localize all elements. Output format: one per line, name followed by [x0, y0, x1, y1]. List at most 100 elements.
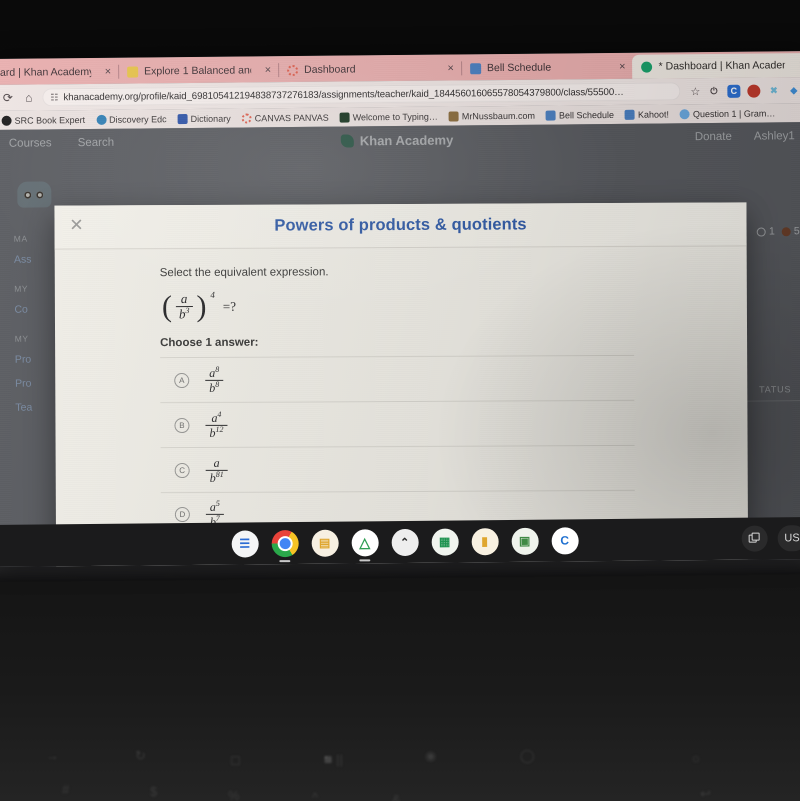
page-info-icon[interactable]: ☷ [50, 92, 58, 103]
bookmark-label: Dictionary [190, 113, 231, 124]
tab-label: * Dashboard | Khan Academy [658, 59, 786, 73]
reload-icon[interactable]: ⟳ [0, 91, 15, 105]
google-classroom-icon[interactable]: ▣ [511, 527, 539, 555]
choice-bubble[interactable]: C [174, 462, 190, 478]
address-bar[interactable]: ☷ khanacademy.org/profile/kaid_698105412… [42, 82, 681, 107]
page-title: Powers of products & quotients [274, 215, 527, 235]
window-overview-icon[interactable] [741, 525, 768, 552]
keyboard-key: ↻ [135, 748, 146, 763]
right-paren: ) [196, 289, 207, 323]
bookmark-item[interactable]: Bell Schedule [542, 108, 618, 121]
tab-close-icon[interactable]: × [361, 62, 454, 75]
web-page-viewport: Courses Search Khan Academy Donate Ashle… [0, 122, 800, 567]
keyboard-key: & [392, 792, 401, 801]
address-bar-value: khanacademy.org/profile/kaid_69810541219… [63, 86, 624, 103]
code-app-icon[interactable]: ⌃ [391, 528, 419, 556]
answer-choice-a[interactable]: A a8 b8 [160, 355, 635, 403]
bookmark-label: Bell Schedule [558, 109, 615, 120]
tab-label: Dashboard [304, 63, 356, 76]
choose-answer-label: Choose 1 answer: [160, 337, 259, 350]
question-prompt: Select the equivalent expression. [159, 266, 329, 280]
browser-tab[interactable]: Bell Schedule × [461, 55, 633, 81]
bookmark-item[interactable]: SRC Book Expert [0, 113, 89, 126]
keyboard-key: ☼ [690, 750, 702, 765]
tab-close-icon[interactable]: × [257, 64, 272, 76]
tab-close-icon[interactable]: × [557, 61, 626, 74]
power-icon[interactable]: ⏻ [707, 84, 720, 97]
choice-bubble[interactable]: D [174, 507, 190, 523]
browser-tab[interactable]: Explore 1 Balanced and Unba × [118, 58, 278, 84]
tab-favicon [127, 66, 139, 78]
keyboard-key: # [62, 782, 70, 797]
google-docs-icon[interactable]: ☰ [231, 529, 259, 558]
keyboard-key: $ [150, 784, 158, 799]
choice-expression: a4 b12 [205, 410, 228, 441]
answer-choice-c[interactable]: C a b81 [160, 445, 635, 493]
tab-label: Bell Schedule [486, 61, 552, 75]
close-icon[interactable]: ✕ [66, 215, 86, 235]
bookmark-label: Kahoot! [637, 108, 670, 120]
tab-favicon [641, 61, 653, 73]
google-sheets-icon[interactable]: ▦ [431, 527, 459, 556]
answer-choice-list: A a8 b8 B a4 b12 C a b81 D a5 7 [160, 355, 635, 538]
chromeos-shelf: ☰ ▤ △ ⌃ ▦ ▮ ▣ C US [0, 517, 800, 567]
red-extension-icon[interactable] [747, 84, 761, 98]
answer-choice-b[interactable]: B a4 b12 [160, 400, 635, 448]
bookmark-label: Question 1 | Gram… [692, 107, 776, 119]
shelf-app-list: ☰ ▤ △ ⌃ ▦ ▮ ▣ C [231, 526, 579, 558]
toolbar-actions: ☆ ⏻ C ✖ ◆ [686, 84, 800, 98]
home-icon[interactable]: ⌂ [21, 90, 36, 105]
fraction-numerator: a [180, 291, 188, 307]
modal-header: ✕ Powers of products & quotients [54, 202, 747, 250]
tab-close-icon[interactable]: × [97, 66, 112, 78]
bookmark-label: CANVAS PANVAS [254, 112, 329, 123]
choice-expression: a b81 [205, 456, 228, 486]
bookmark-favicon [339, 111, 350, 123]
outer-exponent: 4 [210, 289, 215, 300]
bookmark-favicon [448, 110, 459, 122]
browser-tab[interactable]: Dashboard × [278, 56, 461, 82]
bookmark-item[interactable]: MrNussbaum.com [445, 109, 539, 122]
keyboard-key: ↩ [700, 786, 711, 801]
clever-app-icon[interactable]: C [551, 526, 579, 555]
bookmark-item[interactable]: CANVAS PANVAS [238, 111, 333, 124]
diamond-extension-icon[interactable]: ◆ [787, 84, 800, 97]
bookmark-star-icon[interactable]: ☆ [690, 85, 700, 98]
bookmark-item[interactable]: Discovery Edc [92, 113, 171, 126]
bookmark-item[interactable]: Kahoot! [621, 108, 673, 120]
clever-extension-icon[interactable]: C [727, 84, 741, 98]
bookmark-label: Welcome to Typing… [352, 111, 438, 122]
bookmark-item[interactable]: Dictionary [174, 112, 235, 125]
browser-tab[interactable]: oard | Khan Academy × [0, 60, 118, 85]
chrome-icon[interactable] [271, 529, 299, 557]
google-slides-icon[interactable]: ▤ [311, 529, 339, 557]
choice-expression: a8 b8 [205, 365, 224, 396]
google-drive-icon[interactable]: △ [351, 528, 379, 556]
bookmark-item[interactable]: Welcome to Typing… [336, 110, 442, 123]
browser-tab-active[interactable]: * Dashboard | Khan Academy × [632, 53, 800, 79]
bookmark-favicon [545, 110, 556, 121]
keyboard-key: ◉ [425, 748, 437, 763]
tab-favicon [287, 64, 299, 76]
bookmark-favicon [177, 113, 188, 124]
bookmark-item[interactable]: Question 1 | Gram… [676, 107, 779, 120]
bookmark-favicon [241, 112, 252, 124]
bookmark-favicon [1, 115, 12, 126]
equals-question-mark: =? [222, 298, 237, 314]
tab-favicon [469, 62, 481, 74]
google-keep-icon[interactable]: ▮ [471, 527, 499, 555]
left-paren: ( [161, 290, 172, 324]
x-extension-icon[interactable]: ✖ [767, 84, 780, 97]
bookmark-label: Discovery Edc [109, 113, 167, 125]
keyboard-key: ^ [312, 790, 319, 801]
photo-of-laptop-screen: → ↻ ◻ ◾|| ◉ ◯ ☼ # $ % ^ & ↩ oard | Khan … [0, 0, 800, 801]
keyboard-key: % [228, 788, 240, 801]
bookmark-label: SRC Book Expert [14, 114, 86, 126]
shelf-status-tray: US [741, 525, 800, 552]
keyboard-layout-indicator[interactable]: US [777, 525, 800, 552]
tab-close-icon[interactable]: × [791, 59, 800, 71]
bookmark-favicon [96, 114, 107, 125]
exercise-modal: ✕ Powers of products & quotients Select … [54, 202, 749, 567]
choice-bubble[interactable]: B [174, 417, 190, 433]
choice-bubble[interactable]: A [174, 372, 190, 388]
